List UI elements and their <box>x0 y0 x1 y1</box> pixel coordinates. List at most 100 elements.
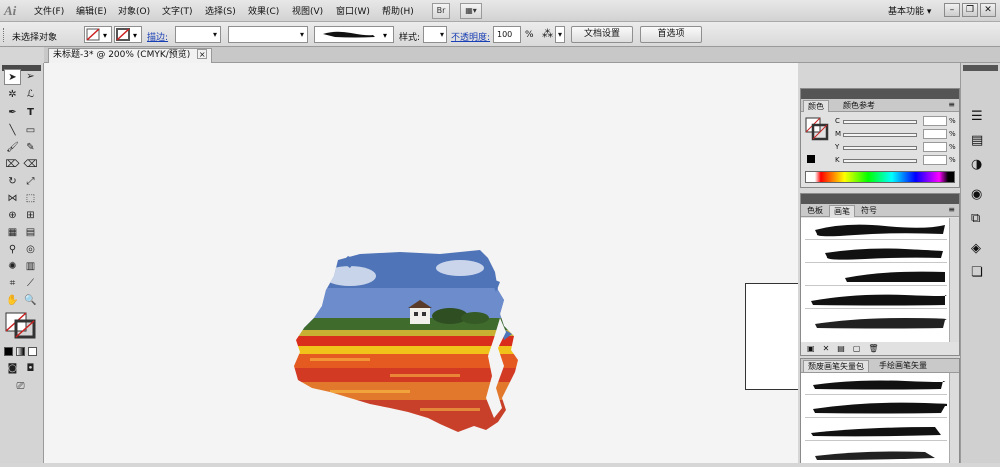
brush-item[interactable] <box>805 421 947 441</box>
fill-stroke-widget[interactable] <box>4 311 40 341</box>
bridge-button[interactable]: Br <box>432 3 450 19</box>
gradient-panel-icon[interactable]: ▤ <box>971 133 983 148</box>
document-setup-button[interactable]: 文档设置 <box>571 26 633 43</box>
blob-brush-tool-icon[interactable]: ⌦ <box>4 157 21 173</box>
menu-help[interactable]: 帮助(H) <box>382 4 414 17</box>
tab-grunge-brushes[interactable]: 颓废画笔矢量包 <box>803 360 869 372</box>
close-icon[interactable]: ✕ <box>980 3 996 17</box>
opacity-label[interactable]: 不透明度: <box>451 30 490 43</box>
column-graph-tool-icon[interactable]: ▥ <box>22 259 39 275</box>
menu-object[interactable]: 对象(O) <box>118 4 150 17</box>
gradient-mode-icon[interactable] <box>15 347 25 356</box>
direct-selection-tool-icon[interactable]: ➢ <box>22 69 39 85</box>
brush-item[interactable] <box>805 444 947 464</box>
brush-item[interactable] <box>805 289 947 309</box>
shape-builder-tool-icon[interactable]: ⊕ <box>4 208 21 224</box>
color-mode-icon[interactable] <box>4 347 13 356</box>
slider-yellow[interactable]: Y% <box>831 142 957 153</box>
brush-item[interactable] <box>805 266 947 286</box>
brush-list[interactable] <box>801 218 949 342</box>
appearance-panel-icon[interactable]: ◉ <box>971 187 982 202</box>
panel-menu-icon[interactable]: ≡ <box>948 205 955 214</box>
library-brush-list[interactable] <box>801 373 961 464</box>
artboard-tool-icon[interactable]: ⌗ <box>4 276 21 292</box>
eraser-tool-icon[interactable]: ⌫ <box>22 157 39 173</box>
brushes-panel-header[interactable] <box>801 194 959 204</box>
tab-brushes[interactable]: 画笔 <box>829 205 855 217</box>
menu-type[interactable]: 文字(T) <box>162 4 193 17</box>
menu-view[interactable]: 视图(V) <box>292 4 323 17</box>
color-panel-header[interactable] <box>801 89 959 99</box>
slider-cyan[interactable]: C% <box>831 116 957 127</box>
brush-libraries-icon[interactable]: ▣ <box>807 344 823 353</box>
opacity-field[interactable]: 100 <box>493 26 521 43</box>
stroke-swatch[interactable]: ▾ <box>114 26 142 43</box>
arrange-documents-button[interactable]: ▦▾ <box>460 3 482 19</box>
layers-panel-icon[interactable]: ◈ <box>971 241 981 256</box>
panel-menu-icon[interactable]: ≡ <box>948 100 955 109</box>
scale-tool-icon[interactable]: ⤢ <box>22 174 39 190</box>
tab-hand-drawn-brushes[interactable]: 手绘画笔矢量 <box>875 360 931 372</box>
color-spectrum-bar[interactable] <box>805 171 955 183</box>
brush-options-icon[interactable]: ▤ <box>837 344 853 353</box>
brush-item[interactable] <box>805 312 947 332</box>
screen-mode-icon[interactable]: ⎚ <box>12 379 29 395</box>
gradient-tool-icon[interactable]: ▤ <box>22 225 39 241</box>
rotate-tool-icon[interactable]: ↻ <box>4 174 21 190</box>
type-tool-icon[interactable]: T <box>22 105 39 121</box>
document-tab[interactable]: 未标题-3* @ 200% (CMYK/预览) × <box>48 48 213 63</box>
rectangle-tool-icon[interactable]: ▭ <box>22 123 39 139</box>
brush-item[interactable] <box>805 243 947 263</box>
free-transform-tool-icon[interactable]: ⬚ <box>22 191 39 207</box>
brush-item[interactable] <box>805 220 947 240</box>
workspace-switcher[interactable]: 基本功能 ▾ <box>888 4 931 17</box>
variable-width-profile[interactable]: ▾ <box>228 26 308 43</box>
perspective-grid-tool-icon[interactable]: ⊞ <box>22 208 39 224</box>
mesh-tool-icon[interactable]: ▦ <box>4 225 21 241</box>
stroke-panel-icon[interactable]: ☰ <box>971 109 983 124</box>
close-tab-icon[interactable]: × <box>197 49 208 59</box>
recolor-artwork-icon[interactable]: ⁂ <box>542 27 553 40</box>
tab-color[interactable]: 颜色 <box>803 100 829 112</box>
delete-brush-icon[interactable]: 🗑 <box>868 344 886 353</box>
menu-window[interactable]: 窗口(W) <box>336 4 370 17</box>
recolor-dropdown-icon[interactable]: ▾ <box>555 26 565 43</box>
magic-wand-tool-icon[interactable]: ✲ <box>4 87 21 103</box>
new-brush-icon[interactable]: ▢ <box>853 344 869 353</box>
tab-swatches[interactable]: 色板 <box>803 205 827 217</box>
lasso-tool-icon[interactable]: ℒ <box>22 87 39 103</box>
drag-grip-icon[interactable] <box>3 28 6 42</box>
width-tool-icon[interactable]: ⋈ <box>4 191 21 207</box>
draw-behind-icon[interactable]: ◘ <box>22 361 39 377</box>
artboards-panel-icon[interactable]: ❏ <box>971 265 983 280</box>
remove-stroke-icon[interactable]: ✕ <box>823 344 838 353</box>
slider-black[interactable]: K% <box>831 155 957 166</box>
slider-magenta[interactable]: M% <box>831 129 957 140</box>
tab-color-guide[interactable]: 颜色参考 <box>839 100 879 112</box>
symbol-sprayer-tool-icon[interactable]: ✺ <box>4 259 21 275</box>
last-color-swatch[interactable] <box>807 155 815 163</box>
menu-select[interactable]: 选择(S) <box>205 4 236 17</box>
tulip-field-artwork[interactable] <box>290 248 520 433</box>
hand-tool-icon[interactable]: ✋ <box>4 293 21 309</box>
brush-definition-dropdown[interactable]: ▾ <box>314 26 394 43</box>
minimize-icon[interactable]: – <box>944 3 960 17</box>
menu-edit[interactable]: 编辑(E) <box>76 4 107 17</box>
menu-effect[interactable]: 效果(C) <box>248 4 279 17</box>
selection-tool-icon[interactable]: ➤ <box>4 69 21 85</box>
brush-item[interactable] <box>805 375 947 395</box>
stroke-weight-field[interactable]: ▾ <box>175 26 221 43</box>
strip-header[interactable] <box>963 65 998 71</box>
menu-file[interactable]: 文件(F) <box>34 4 64 17</box>
fill-swatch[interactable]: ▾ <box>84 26 112 43</box>
stroke-label[interactable]: 描边: <box>147 30 168 43</box>
slice-tool-icon[interactable]: ⟋ <box>22 276 39 292</box>
graphic-style-dropdown[interactable]: ▾ <box>423 26 447 43</box>
blend-tool-icon[interactable]: ◎ <box>22 242 39 258</box>
pencil-tool-icon[interactable]: ✎ <box>22 140 39 156</box>
eyedropper-tool-icon[interactable]: ⚲ <box>4 242 21 258</box>
restore-icon[interactable]: ❐ <box>962 3 978 17</box>
zoom-tool-icon[interactable]: 🔍 <box>22 293 39 309</box>
color-fill-stroke-icon[interactable] <box>805 117 829 141</box>
brush-list-scrollbar[interactable] <box>949 218 959 342</box>
